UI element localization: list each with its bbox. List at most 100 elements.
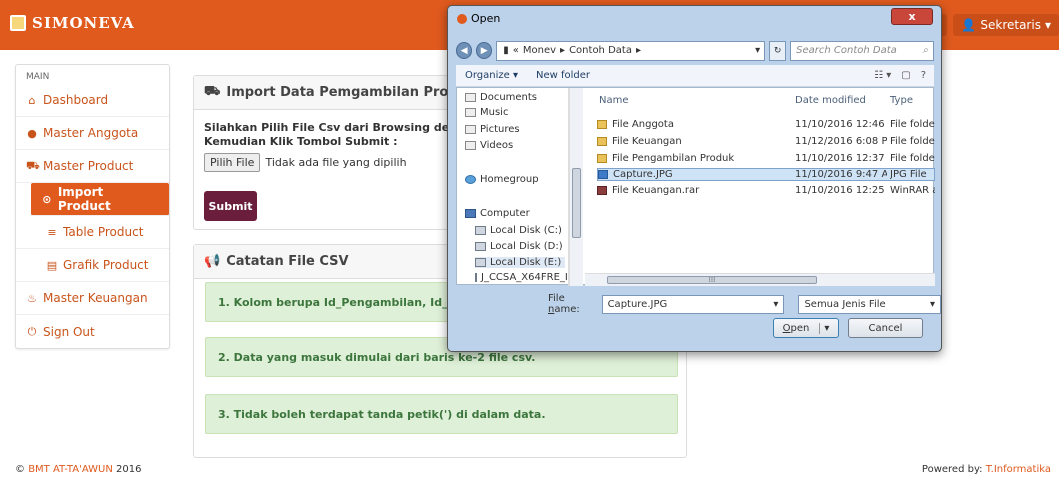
nav-item-dvd-drive[interactable]: J_CCSA_X64FRE_I [475,272,567,283]
open-button[interactable]: Open ▾ [773,318,839,338]
open-label: pen [790,322,810,334]
nav-item-computer[interactable]: Computer [465,208,565,219]
open-accesskey: O [782,322,791,334]
sidebar-item-label: Master Anggota [43,126,139,140]
nav-item-label: Local Disk (C:) [490,225,562,236]
file-type: WinRAR a [890,185,935,196]
file-name: File Keuangan [612,136,682,147]
nav-pane-scrollbar[interactable] [569,88,583,286]
breadcrumb-monev[interactable]: Monev [523,45,556,56]
brand-name: SIMONEVA [32,14,135,32]
sidebar-item-master-anggota[interactable]: ● Master Anggota [16,117,169,150]
nav-item-homegroup[interactable]: Homegroup [465,174,565,185]
sidebar-item-grafik-product[interactable]: ▤ Grafik Product [16,249,169,282]
chevron-down-icon[interactable]: ▾ [773,299,778,310]
dialog-toolbar: Organize ▾ New folder ☷ ▾ ▢ ? [456,65,934,87]
brand[interactable]: SIMONEVA [10,14,135,32]
file-date: 11/10/2016 12:25 ... [795,185,887,196]
filetype-select[interactable]: Semua Jenis File ▾ [798,294,941,314]
drive-icon [475,226,486,235]
sidebar-item-master-product[interactable]: ⛟ Master Product [16,150,169,183]
file-row[interactable]: File Keuangan.rar 11/10/2016 12:25 ... W… [597,184,935,197]
open-dropdown-icon[interactable]: ▾ [819,322,829,334]
image-file-icon [598,169,608,179]
forward-arrow-icon[interactable]: ▶ [476,42,493,59]
nav-item-local-disk-c[interactable]: Local Disk (C:) [475,225,575,236]
sidebar-item-import-product[interactable]: ⊙ Import Product [31,183,169,216]
search-placeholder: Search Contoh Data [796,45,897,56]
chevron-down-icon[interactable]: ▾ [755,45,764,56]
nav-item-videos[interactable]: Videos [465,140,565,151]
new-folder-button[interactable]: New folder [536,70,590,81]
column-header-type[interactable]: Type [890,95,913,106]
csv-notes-title: Catatan File CSV [226,254,349,269]
nav-item-music[interactable]: Music [465,107,565,118]
submit-button[interactable]: Submit [204,191,257,221]
preview-pane-icon[interactable]: ▢ [901,70,910,81]
view-options-icon[interactable]: ☷ ▾ [874,70,891,81]
address-bar[interactable]: ▮ « Monev ▸ Contoh Data ▸ ▾ [496,40,766,61]
footer-org-link[interactable]: BMT AT-TA'AWUN [28,464,113,475]
filetype-value: Semua Jenis File [804,298,886,310]
dialog-close-button[interactable]: x [891,8,933,25]
filename-value: Capture.JPG [607,298,668,310]
file-list-scrollbar[interactable]: ⁞⁞⁞ [585,273,935,286]
sidebar-item-table-product[interactable]: ≡ Table Product [16,216,169,249]
cancel-button[interactable]: Cancel [848,318,923,338]
caret-down-icon: ▾ [1044,18,1051,32]
file-name: File Anggota [612,119,674,130]
column-header-date[interactable]: Date modified [795,95,866,106]
footer-year: 2016 [116,464,142,475]
file-row[interactable]: File Anggota 11/10/2016 12:46 ... File f… [597,118,935,131]
file-row[interactable]: File Pengambilan Produk 11/10/2016 12:37… [597,152,935,165]
user-icon: ● [27,126,37,140]
chevron-down-icon: ▾ [929,298,935,310]
organize-button[interactable]: Organize ▾ [465,70,518,81]
back-arrow-icon[interactable]: ◀ [456,42,473,59]
file-status: Tidak ada file yang dipilih [265,156,407,169]
file-type: File folder [890,136,935,147]
file-row-selected[interactable]: Capture.JPG 11/10/2016 9:47 AM JPG File [597,168,935,181]
footer-powered-link[interactable]: T.Informatika [986,464,1051,475]
scrollbar-thumb[interactable] [572,168,581,238]
breadcrumb-contoh-data[interactable]: Contoh Data [569,45,632,56]
bullhorn-icon: 📢 [204,254,221,269]
nav-item-pictures[interactable]: Pictures [465,124,565,135]
file-name-cell: File Keuangan [597,136,787,147]
nav-item-label: Videos [480,140,514,151]
help-icon[interactable]: ? [921,70,926,81]
nav-item-documents[interactable]: Documents [465,92,565,103]
nav-item-local-disk-d[interactable]: Local Disk (D:) [475,241,575,252]
drive-icon [475,258,486,267]
file-row[interactable]: File Keuangan 11/12/2016 6:08 PM File fo… [597,135,935,148]
dialog-title-bar[interactable]: Open [457,12,500,25]
filename-label-pre: File [548,293,565,304]
scrollbar-thumb[interactable]: ⁞⁞⁞ [607,276,817,284]
nav-item-label: Homegroup [480,174,539,185]
chart-icon: ▤ [46,258,58,272]
drive-icon [475,242,486,251]
footer-powered: Powered by: T.Informatika [922,464,1051,475]
cart-icon: ⛟ [204,84,221,99]
sidebar-item-sign-out[interactable]: ⏻ Sign Out [16,315,169,348]
choose-file-button[interactable]: Pilih File [204,153,261,172]
nav-item-local-disk-e[interactable]: Local Disk (E:) [475,257,565,268]
power-icon: ⏻ [27,324,37,338]
user-menu[interactable]: 👤 Sekretaris ▾ [953,14,1059,36]
filename-row: File name: Capture.JPG ▾ Semua Jenis Fil… [548,293,941,315]
nav-item-label: Music [480,107,509,118]
home-icon: ⌂ [28,93,36,107]
sidebar: MAIN ⌂ Dashboard ● Master Anggota ⛟ Mast… [15,64,170,349]
refresh-icon[interactable]: ↻ [769,40,787,61]
search-input[interactable]: Search Contoh Data ⌕ [790,40,934,61]
import-panel-title: Import Data Pemgambilan Produk [226,85,476,100]
filename-input[interactable]: Capture.JPG ▾ [601,294,785,314]
sidebar-item-master-keuangan[interactable]: ♨ Master Keuangan [16,282,169,315]
column-header-name[interactable]: Name [599,95,629,106]
breadcrumb-overflow[interactable]: « [513,45,519,56]
sidebar-item-dashboard[interactable]: ⌂ Dashboard [16,84,169,117]
sidebar-item-label: Import Product [57,185,111,213]
pictures-icon [465,125,476,134]
file-input-row: Pilih File Tidak ada file yang dipilih [204,153,407,172]
dialog-body: Documents Music Pictures Videos Homegrou… [456,87,935,286]
